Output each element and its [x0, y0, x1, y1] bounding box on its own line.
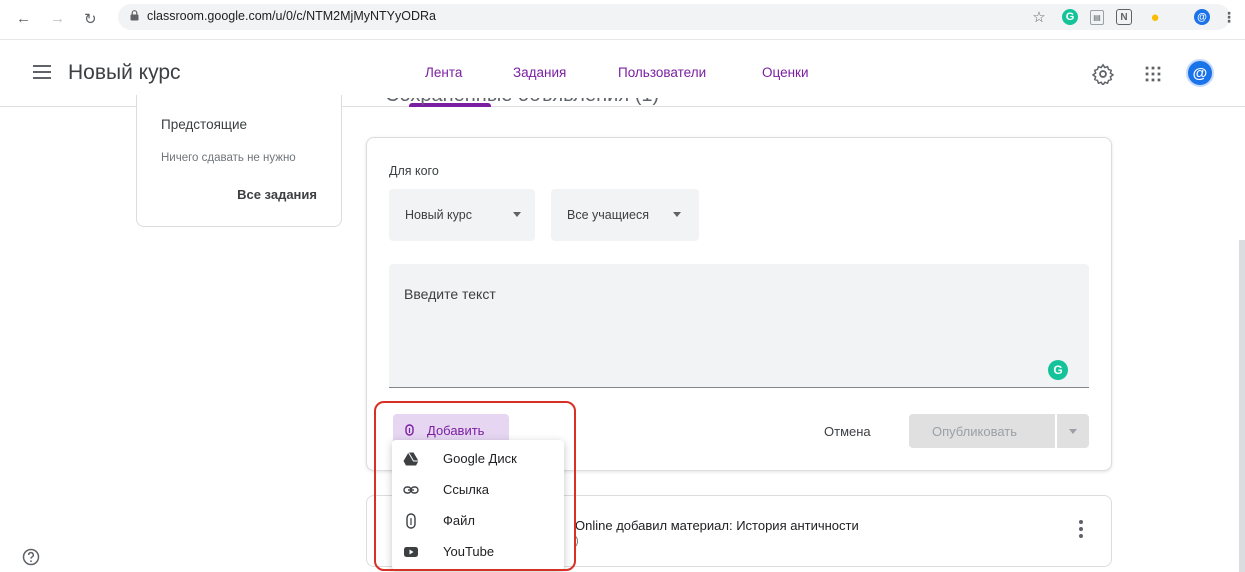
gear-icon[interactable]	[1092, 63, 1114, 85]
reload-icon[interactable]: ↻	[84, 10, 97, 28]
upcoming-card: Предстоящие Ничего сдавать не нужно Все …	[136, 95, 342, 227]
menu-item-label: Google Диск	[443, 451, 517, 466]
course-select-value: Новый курс	[405, 208, 472, 222]
browser-menu-icon[interactable]: ⋮	[1220, 8, 1238, 26]
students-select[interactable]: Все учащиеся	[551, 189, 699, 241]
for-whom-label: Для кого	[389, 164, 439, 178]
forward-icon[interactable]: →	[50, 10, 65, 27]
menu-item-file[interactable]: Файл	[392, 505, 564, 535]
bookmark-star-icon[interactable]: ☆	[1030, 8, 1048, 26]
profile-icon[interactable]: @	[1194, 9, 1210, 25]
announcement-text-input[interactable]: Введите текст G	[389, 264, 1089, 388]
reader-extension-icon[interactable]: ▤	[1090, 10, 1104, 25]
menu-item-label: Файл	[443, 513, 475, 528]
apps-grid-icon[interactable]	[1142, 63, 1164, 85]
attach-menu: Google Диск Ссылка Файл YouTube	[392, 440, 564, 570]
help-icon[interactable]	[22, 548, 40, 566]
google-drive-icon	[403, 452, 419, 466]
menu-item-label: YouTube	[443, 544, 495, 559]
tab-classwork[interactable]: Задания	[513, 65, 566, 80]
cancel-button[interactable]: Отмена	[824, 424, 871, 439]
upcoming-title: Предстоящие	[161, 117, 248, 132]
paperclip-icon	[405, 424, 414, 436]
grammarly-icon[interactable]: G	[1048, 360, 1068, 380]
saved-announcements-heading: Сохранённые объявления (1)	[385, 98, 659, 109]
menu-item-google-drive[interactable]: Google Диск	[392, 443, 564, 473]
students-select-value: Все учащиеся	[567, 208, 649, 222]
post-text: Online добавил материал: История антично…	[575, 518, 859, 533]
map-pin-extension-icon[interactable]: ●	[1146, 8, 1164, 26]
lock-icon	[130, 10, 139, 21]
add-button-label: Добавить	[427, 423, 485, 438]
publish-options-button[interactable]	[1057, 414, 1089, 448]
chevron-down-icon	[513, 212, 521, 217]
tab-people[interactable]: Пользователи	[618, 65, 706, 80]
chevron-down-icon	[1069, 429, 1077, 434]
course-select[interactable]: Новый курс	[389, 189, 535, 241]
notion-extension-icon[interactable]: N	[1116, 9, 1132, 25]
paperclip-icon	[406, 513, 416, 529]
menu-item-youtube[interactable]: YouTube	[392, 536, 564, 566]
publish-button[interactable]: Опубликовать	[909, 414, 1055, 448]
youtube-icon	[404, 547, 418, 557]
menu-icon[interactable]	[33, 65, 51, 79]
grammarly-extension-icon[interactable]: G	[1062, 9, 1078, 25]
page-scrollbar[interactable]	[1239, 240, 1245, 572]
chevron-down-icon	[673, 212, 681, 217]
avatar[interactable]: @	[1186, 59, 1214, 87]
publish-button-label: Опубликовать	[932, 424, 1018, 439]
page-title: Новый курс	[68, 61, 181, 84]
post-date: )	[575, 535, 579, 547]
browser-toolbar: ← → ↻ classroom.google.com/u/0/c/NTM2MjM…	[0, 0, 1245, 40]
menu-item-label: Ссылка	[443, 482, 490, 497]
view-all-link[interactable]: Все задания	[237, 187, 317, 202]
announcement-composer: Для кого Новый курс Все учащиеся Введите…	[366, 137, 1112, 471]
menu-item-link[interactable]: Ссылка	[392, 474, 564, 504]
link-icon	[403, 486, 419, 494]
tab-grades[interactable]: Оценки	[762, 65, 809, 80]
more-options-icon[interactable]	[1079, 520, 1083, 538]
tab-stream[interactable]: Лента	[425, 65, 462, 80]
upcoming-empty-text: Ничего сдавать не нужно	[161, 152, 296, 164]
back-icon[interactable]: ←	[16, 10, 31, 27]
text-placeholder: Введите текст	[404, 286, 496, 302]
url-text: classroom.google.com/u/0/c/NTM2MjMyNTYyO…	[147, 9, 436, 23]
